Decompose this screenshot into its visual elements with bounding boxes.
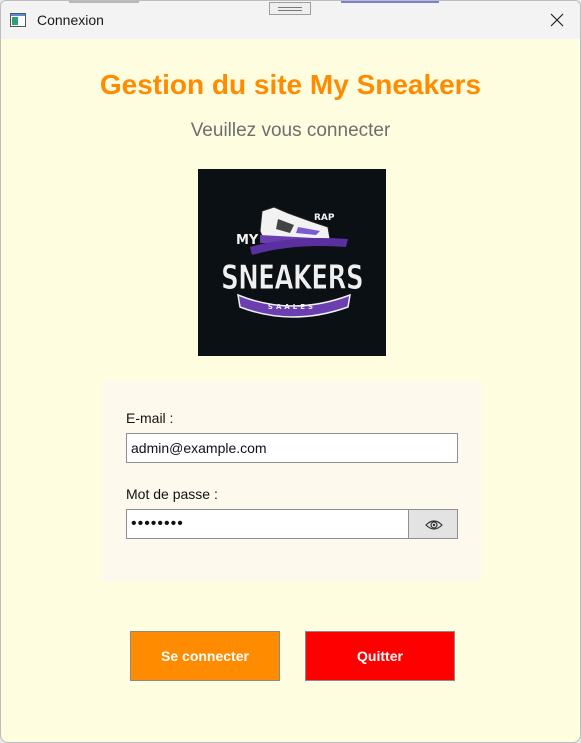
logo-text-sneakers: SNEAKERS: [221, 258, 363, 298]
login-button[interactable]: Se connecter: [130, 631, 280, 681]
close-icon: [550, 13, 564, 27]
quit-button[interactable]: Quitter: [305, 631, 455, 681]
window-title: Connexion: [37, 12, 104, 28]
password-field[interactable]: [126, 509, 409, 539]
eye-icon: [425, 520, 443, 530]
email-label: E-mail :: [126, 410, 174, 426]
email-field[interactable]: [126, 433, 458, 463]
title-bar: Connexion: [1, 1, 580, 39]
logo-text-my: MY: [236, 233, 259, 248]
logo-image: MY RAP SNEAKERS SAALES: [221, 206, 365, 318]
app-icon: [10, 13, 26, 27]
taskbar-strip: [69, 1, 139, 3]
page-subtitle: Veuillez vous connecter: [190, 120, 391, 141]
show-password-button[interactable]: [408, 509, 458, 539]
close-button[interactable]: [534, 1, 580, 39]
logo-text-rap: RAP: [314, 213, 335, 223]
drag-handle[interactable]: [269, 2, 311, 15]
brand-logo: MY RAP SNEAKERS SAALES: [198, 169, 386, 356]
password-label: Mot de passe :: [126, 486, 218, 502]
login-form: E-mail : Mot de passe :: [102, 381, 482, 581]
page-title: Gestion du site My Sneakers: [99, 69, 482, 100]
logo-text-sales: SAALES: [268, 303, 316, 311]
taskbar-strip-active: [341, 1, 439, 3]
login-window: Connexion Gestion du site My Sneakers Ve…: [0, 0, 581, 743]
